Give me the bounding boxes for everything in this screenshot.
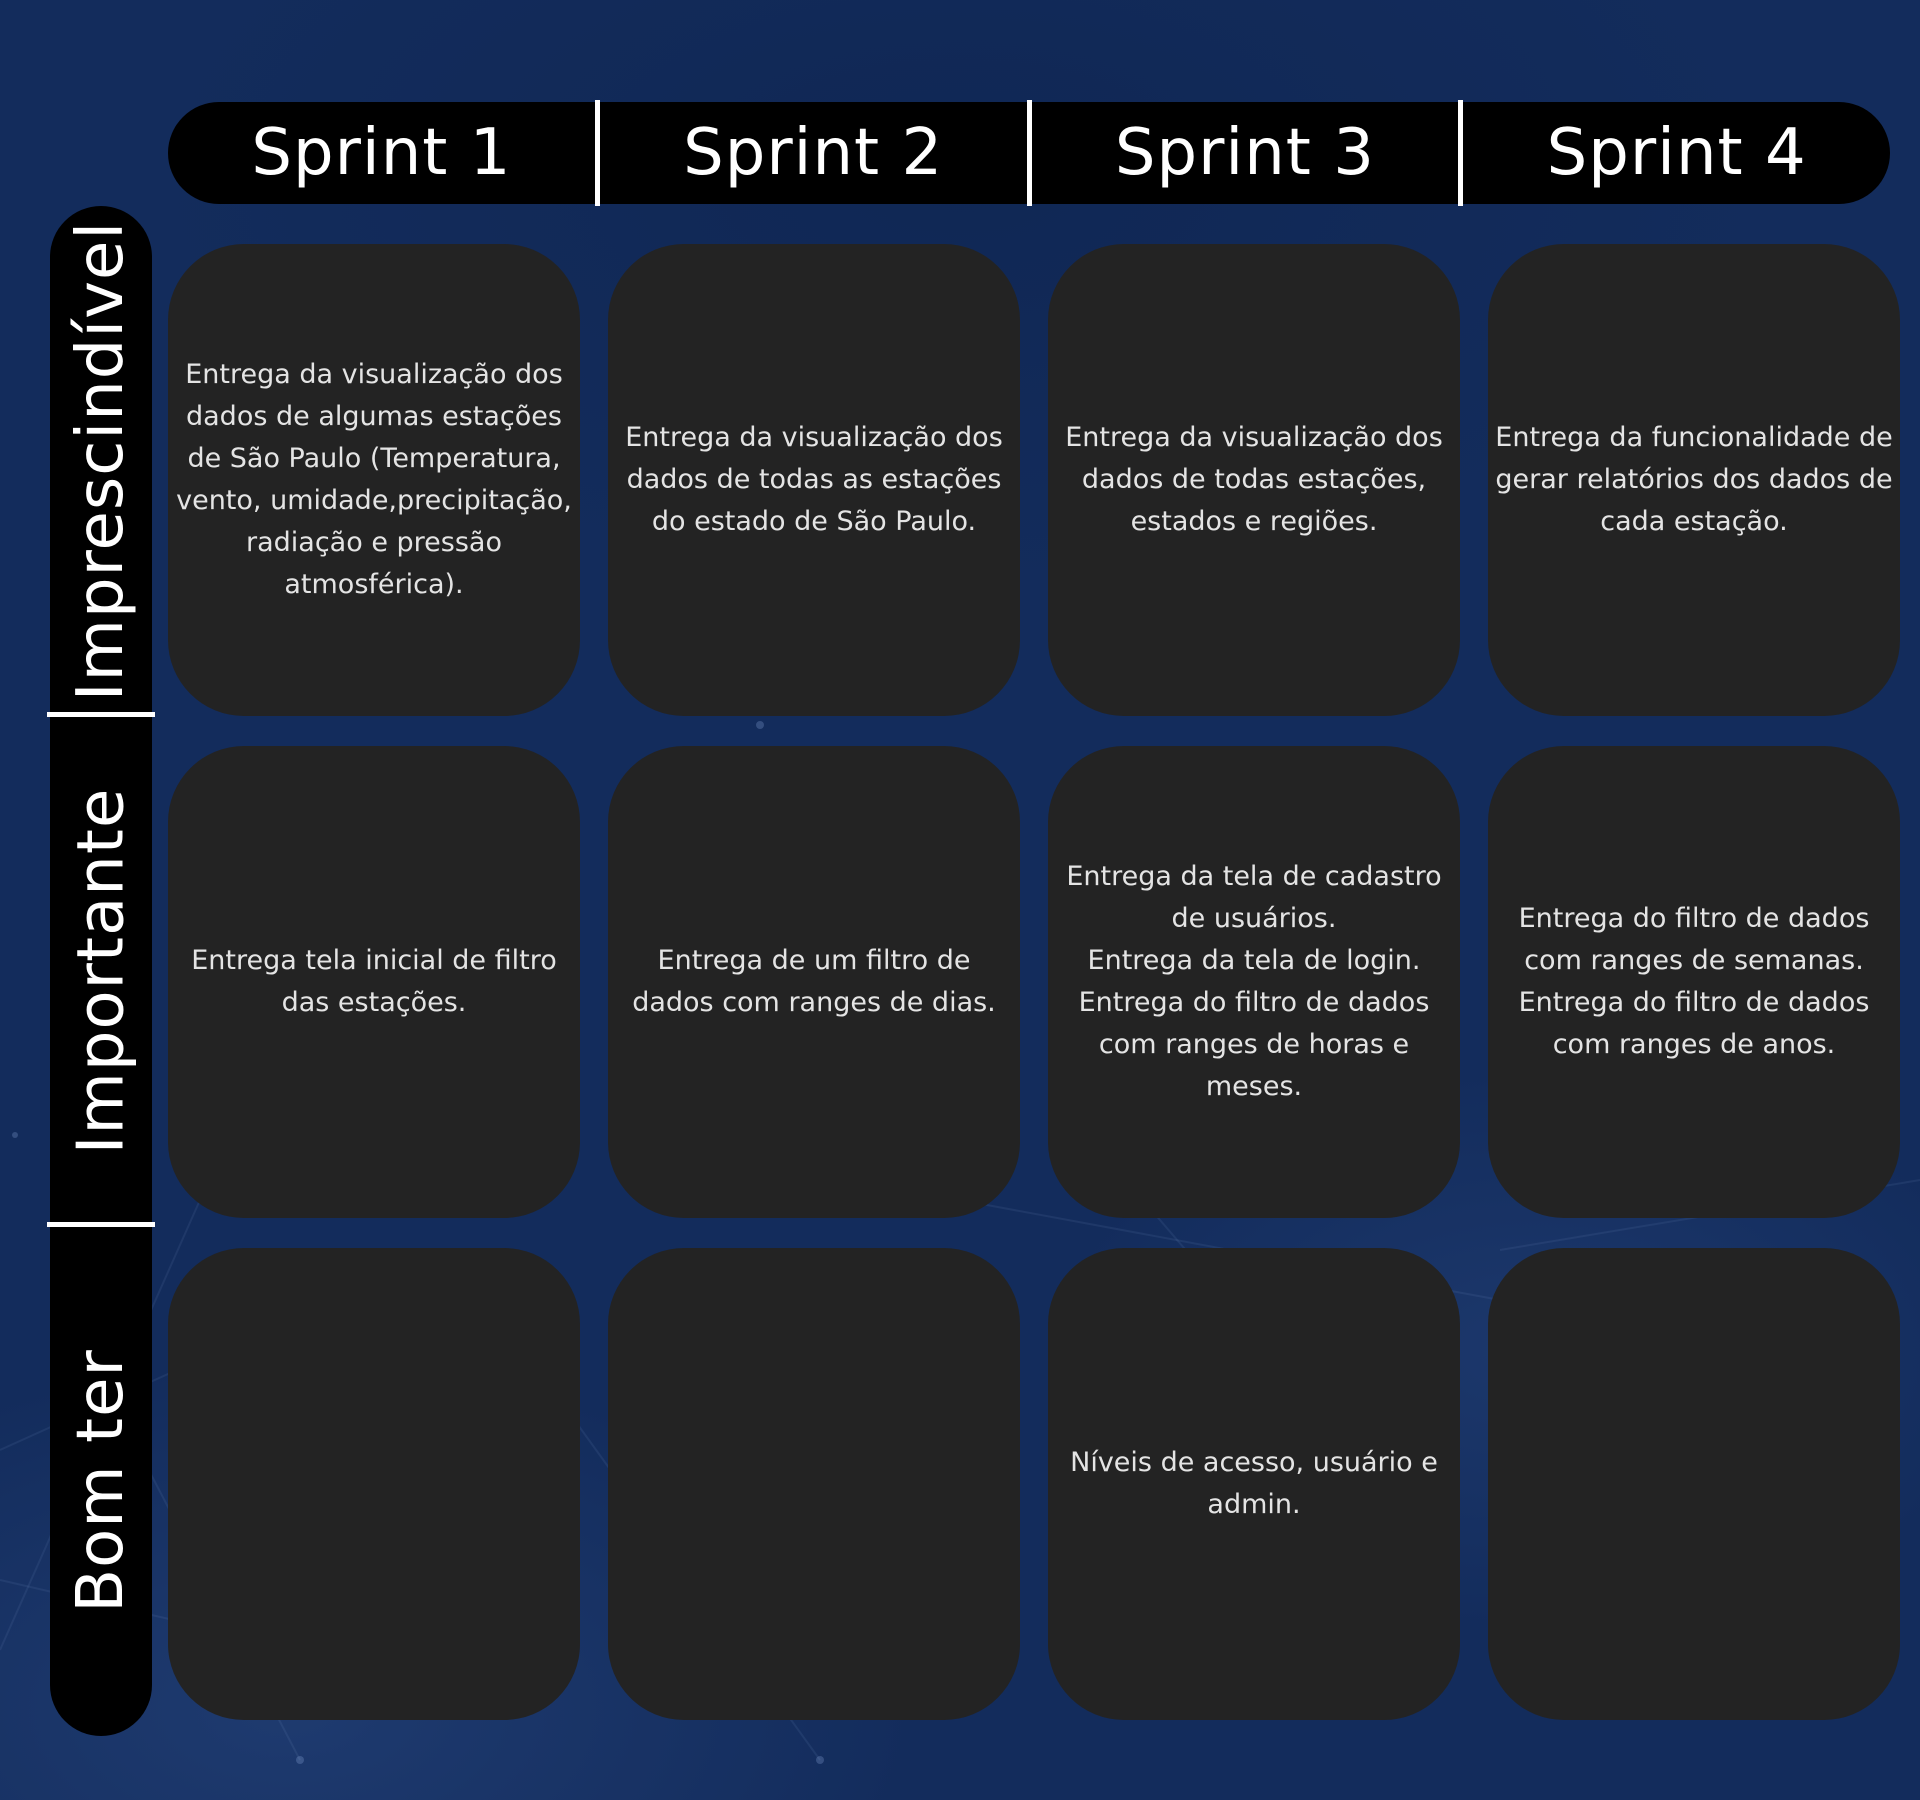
priority-label-importante: Importante: [50, 716, 152, 1226]
card-imprescindivel-sprint-2: Entrega da visualização dos dados de tod…: [608, 244, 1020, 716]
card-imprescindivel-sprint-4: Entrega da funcionalidade de gerar relat…: [1488, 244, 1900, 716]
sprint-header-2: Sprint 2: [683, 116, 944, 190]
card-importante-sprint-3: Entrega da tela de cadastro de usuários.…: [1048, 746, 1460, 1218]
priority-label-text: Importante: [64, 787, 138, 1155]
card-text: Entrega de um filtro de dados com ranges…: [632, 945, 996, 1018]
card-imprescindivel-sprint-3: Entrega da visualização dos dados de tod…: [1048, 244, 1460, 716]
sprint-header-bar: Sprint 1 Sprint 2 Sprint 3 Sprint 4: [168, 100, 1890, 206]
card-importante-sprint-1: Entrega tela inicial de filtro das estaç…: [168, 746, 580, 1218]
card-bom-ter-sprint-3: Níveis de acesso, usuário e admin.: [1048, 1248, 1460, 1720]
card-text: Entrega da funcionalidade de gerar relat…: [1495, 422, 1893, 537]
card-bom-ter-sprint-1: [168, 1248, 580, 1720]
card-bom-ter-sprint-2: [608, 1248, 1020, 1720]
priority-sidebar: Imprescindível Importante Bom ter: [47, 206, 155, 1736]
priority-label-imprescindivel: Imprescindível: [50, 206, 152, 716]
card-text: Entrega da tela de cadastro de usuários.…: [1066, 861, 1442, 1102]
card-text: Entrega da visualização dos dados de tod…: [1065, 422, 1443, 537]
card-importante-sprint-2: Entrega de um filtro de dados com ranges…: [608, 746, 1020, 1218]
card-text: Entrega da visualização dos dados de alg…: [176, 359, 572, 600]
priority-label-bom-ter: Bom ter: [50, 1226, 152, 1736]
sprint-header-4: Sprint 4: [1546, 116, 1807, 190]
roadmap-card-grid: Entrega da visualização dos dados de alg…: [168, 244, 1902, 1720]
priority-label-text: Bom ter: [64, 1349, 138, 1613]
card-text: Entrega da visualização dos dados de tod…: [625, 422, 1003, 537]
card-text: Níveis de acesso, usuário e admin.: [1070, 1447, 1438, 1520]
sprint-header-1: Sprint 1: [251, 116, 512, 190]
sprint-header-3: Sprint 3: [1114, 116, 1375, 190]
priority-label-text: Imprescindível: [64, 220, 138, 702]
card-bom-ter-sprint-4: [1488, 1248, 1900, 1720]
card-text: Entrega do filtro de dados com ranges de…: [1518, 903, 1870, 1060]
card-imprescindivel-sprint-1: Entrega da visualização dos dados de alg…: [168, 244, 580, 716]
card-importante-sprint-4: Entrega do filtro de dados com ranges de…: [1488, 746, 1900, 1218]
card-text: Entrega tela inicial de filtro das estaç…: [191, 945, 557, 1018]
